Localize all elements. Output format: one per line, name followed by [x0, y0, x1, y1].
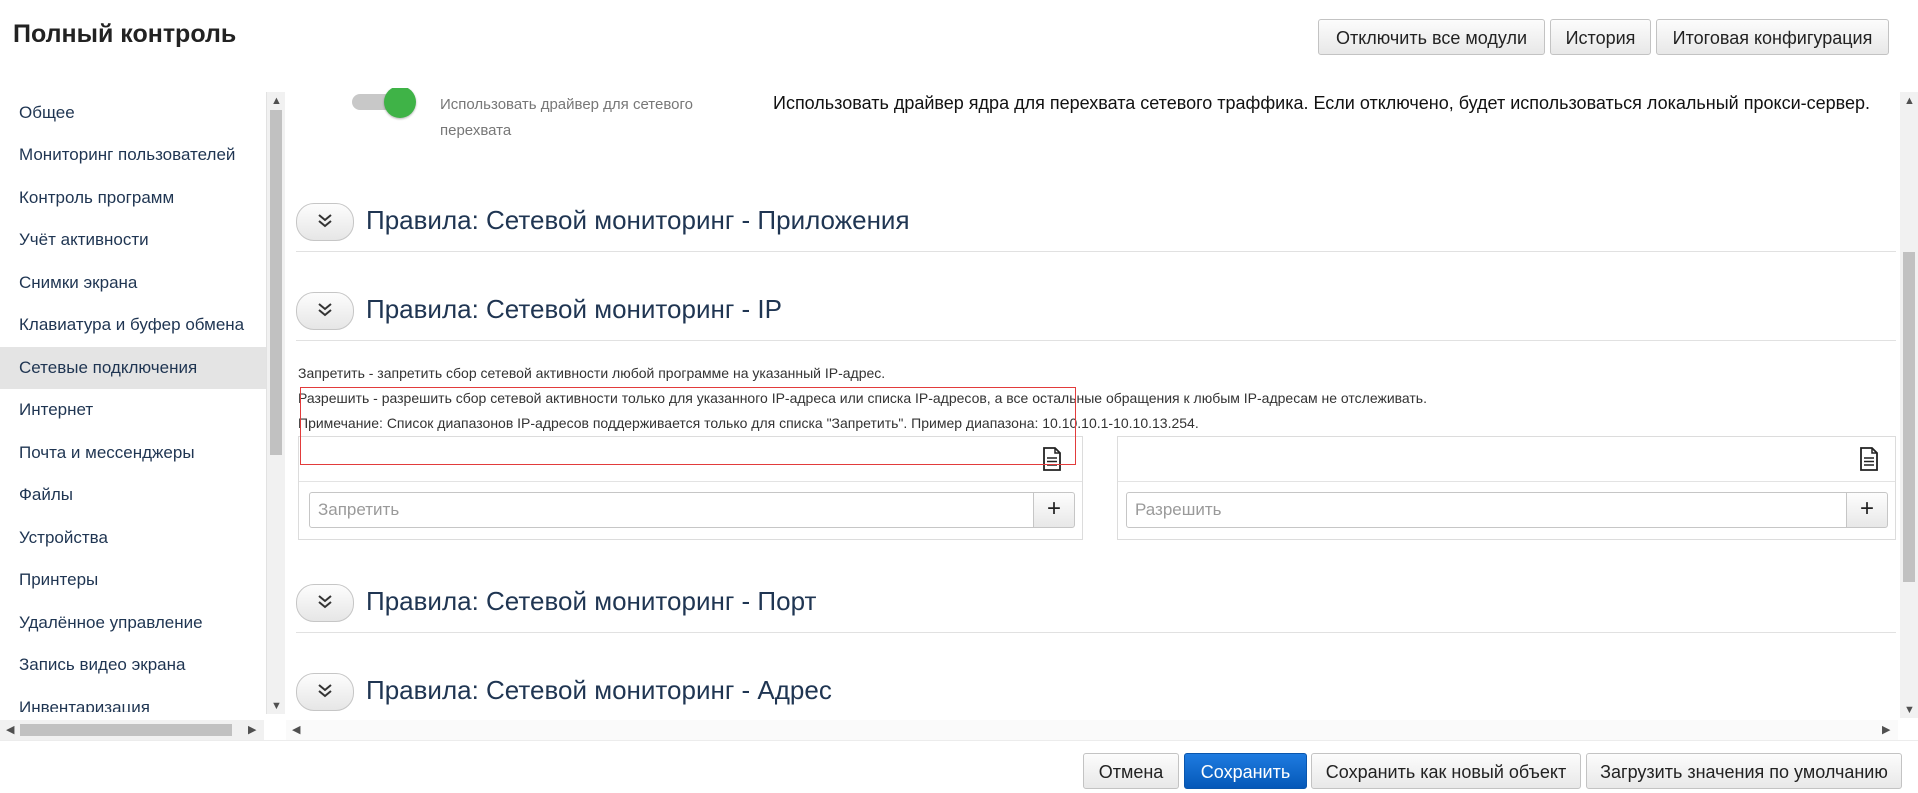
cancel-button[interactable]: Отмена — [1083, 753, 1179, 789]
section-title-port: Правила: Сетевой мониторинг - Порт — [366, 586, 817, 616]
scroll-left-arrow-icon[interactable]: ◀ — [292, 724, 300, 736]
driver-toggle-description: Использовать драйвер ядра для перехвата … — [773, 93, 1871, 113]
sidebar-item-network-connections[interactable]: Сетевые подключения — [0, 347, 266, 389]
sidebar-item-mail-messengers[interactable]: Почта и мессенджеры — [0, 432, 266, 474]
main-content: Использовать драйвер для сетевого перехв… — [286, 88, 1898, 718]
collapse-ip-button[interactable] — [296, 292, 354, 330]
double-chevron-down-icon — [318, 214, 332, 228]
expand-port-button[interactable] — [296, 584, 354, 622]
sidebar-item-user-monitoring[interactable]: Мониторинг пользователей — [0, 134, 266, 176]
main-scroll-thumb[interactable] — [1903, 252, 1915, 582]
main-horizontal-scrollbar[interactable]: ◀ ▶ — [286, 720, 1898, 740]
add-deny-button[interactable]: + — [1033, 492, 1075, 528]
footer-divider — [0, 740, 1918, 741]
add-allow-button[interactable]: + — [1846, 492, 1888, 528]
scroll-down-arrow-icon[interactable]: ▼ — [1904, 704, 1915, 716]
expand-address-button[interactable] — [296, 673, 354, 711]
sidebar-item-remote-control[interactable]: Удалённое управление — [0, 602, 266, 644]
section-title-apps: Правила: Сетевой мониторинг - Приложения — [366, 205, 910, 235]
history-button[interactable]: История — [1550, 19, 1651, 55]
sidebar-hscroll-thumb[interactable] — [20, 724, 232, 736]
double-chevron-down-icon — [318, 303, 332, 317]
load-defaults-button[interactable]: Загрузить значения по умолчанию — [1586, 753, 1902, 789]
sidebar-item-devices[interactable]: Устройства — [0, 517, 266, 559]
sidebar-item-program-control[interactable]: Контроль программ — [0, 177, 266, 219]
allow-ip-input[interactable] — [1126, 492, 1847, 528]
sidebar-item-screen-recording[interactable]: Запись видео экрана — [0, 644, 266, 686]
sidebar-horizontal-scrollbar[interactable]: ◀ ▶ — [0, 720, 264, 740]
sidebar-item-activity[interactable]: Учёт активности — [0, 219, 266, 261]
scroll-up-arrow-icon[interactable]: ▲ — [271, 95, 282, 107]
expand-apps-button[interactable] — [296, 203, 354, 241]
document-list-icon[interactable] — [1858, 447, 1880, 471]
save-button[interactable]: Сохранить — [1184, 753, 1307, 789]
ip-info-note: Примечание: Список диапазонов IP-адресов… — [298, 415, 1199, 431]
sidebar-item-printers[interactable]: Принтеры — [0, 559, 266, 601]
section-title-address: Правила: Сетевой мониторинг - Адрес — [366, 675, 832, 705]
scroll-up-arrow-icon[interactable]: ▲ — [1904, 95, 1915, 107]
sidebar-item-inventory[interactable]: Инвентаризация — [0, 687, 266, 712]
scroll-right-arrow-icon[interactable]: ▶ — [248, 724, 256, 736]
main-vertical-scrollbar[interactable]: ▲ ▼ — [1900, 92, 1918, 718]
section-ip: Правила: Сетевой мониторинг - IP — [296, 282, 1896, 341]
page-title: Полный контроль — [13, 20, 237, 48]
driver-toggle-label: Использовать драйвер для сетевого перехв… — [440, 96, 693, 139]
sidebar-item-keyboard-clipboard[interactable]: Клавиатура и буфер обмена — [0, 304, 266, 346]
ip-info-allow: Разрешить - разрешить сбор сетевой актив… — [298, 390, 1427, 406]
save-as-new-button[interactable]: Сохранить как новый объект — [1311, 753, 1581, 789]
section-apps: Правила: Сетевой мониторинг - Приложения — [296, 193, 1896, 252]
double-chevron-down-icon — [318, 595, 332, 609]
sidebar-item-general[interactable]: Общее — [0, 92, 266, 134]
ip-info-deny: Запретить - запретить сбор сетевой актив… — [298, 365, 886, 381]
deny-ip-input[interactable] — [309, 492, 1034, 528]
scroll-down-arrow-icon[interactable]: ▼ — [271, 700, 282, 712]
double-chevron-down-icon — [318, 684, 332, 698]
sidebar-scroll-thumb[interactable] — [270, 110, 282, 455]
driver-toggle-knob[interactable] — [384, 88, 416, 118]
sidebar: Общее Мониторинг пользователей Контроль … — [0, 92, 266, 712]
sidebar-item-screenshots[interactable]: Снимки экрана — [0, 262, 266, 304]
allow-list-panel: + — [1117, 436, 1896, 540]
section-title-ip: Правила: Сетевой мониторинг - IP — [366, 294, 782, 324]
sidebar-item-internet[interactable]: Интернет — [0, 389, 266, 431]
section-port: Правила: Сетевой мониторинг - Порт — [296, 574, 1896, 633]
deny-list-panel: + — [298, 436, 1083, 540]
sidebar-vertical-scrollbar[interactable]: ▲ ▼ — [266, 92, 285, 714]
sidebar-item-files[interactable]: Файлы — [0, 474, 266, 516]
final-config-button[interactable]: Итоговая конфигурация — [1656, 19, 1889, 55]
section-address: Правила: Сетевой мониторинг - Адрес — [296, 663, 1896, 718]
scroll-right-arrow-icon[interactable]: ▶ — [1882, 724, 1890, 736]
scroll-left-arrow-icon[interactable]: ◀ — [6, 724, 14, 736]
disable-all-modules-button[interactable]: Отключить все модули — [1318, 19, 1545, 55]
document-list-icon[interactable] — [1041, 447, 1063, 471]
